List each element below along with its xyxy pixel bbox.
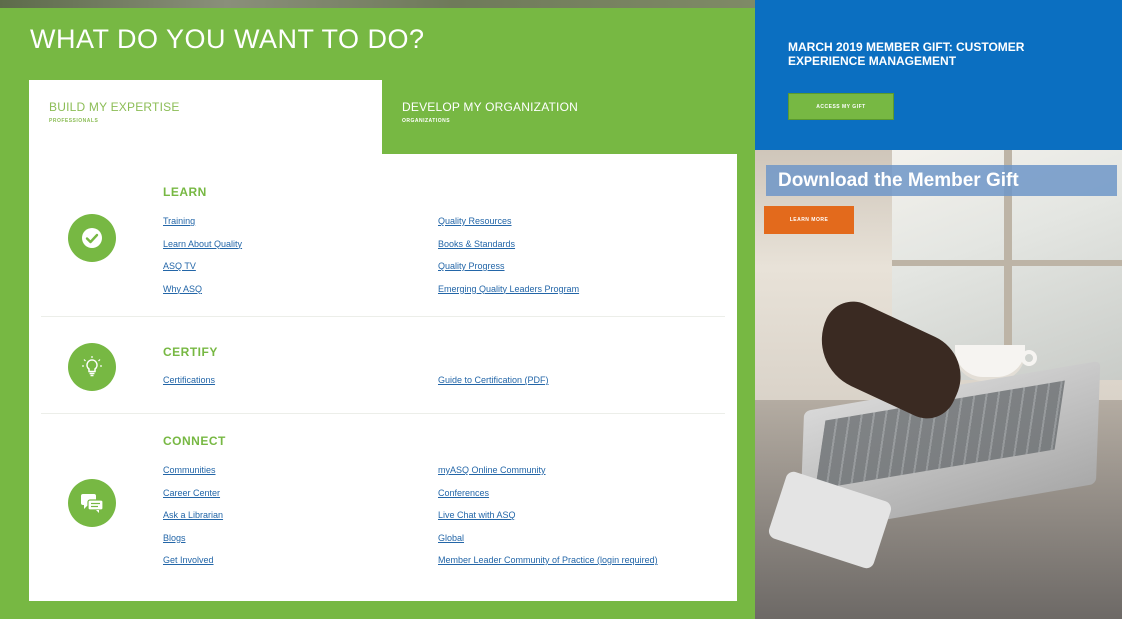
- certify-links-left: Certifications: [163, 370, 215, 393]
- list-item: Emerging Quality Leaders Program: [438, 279, 579, 302]
- promo-title: MARCH 2019 MEMBER GIFT: CUSTOMER EXPERIE…: [788, 40, 1025, 68]
- link-books-standards[interactable]: Books & Standards: [438, 239, 515, 249]
- list-item: Live Chat with ASQ: [438, 505, 658, 528]
- certify-links-right: Guide to Certification (PDF): [438, 370, 549, 393]
- learn-links-right: Quality Resources Books & Standards Qual…: [438, 211, 579, 301]
- member-gift-panel: MARCH 2019 MEMBER GIFT: CUSTOMER EXPERIE…: [755, 0, 1122, 619]
- tab-develop-my-organization[interactable]: DEVELOP MY ORGANIZATION ORGANIZATIONS: [382, 80, 727, 154]
- section-title: CONNECT: [163, 434, 226, 448]
- link-get-involved[interactable]: Get Involved: [163, 555, 214, 565]
- link-asq-tv[interactable]: ASQ TV: [163, 261, 196, 271]
- tab-content: LEARN Training Learn About Quality ASQ T…: [29, 154, 737, 601]
- link-blogs[interactable]: Blogs: [163, 533, 186, 543]
- top-photo-strip: [0, 0, 755, 8]
- certify-circle: [68, 343, 116, 391]
- download-banner: Download the Member Gift: [766, 165, 1117, 196]
- tab-subtitle: ORGANIZATIONS: [402, 118, 451, 124]
- list-item: Why ASQ: [163, 279, 242, 302]
- list-item: Blogs: [163, 528, 223, 551]
- link-learn-about-quality[interactable]: Learn About Quality: [163, 239, 242, 249]
- list-item: Training: [163, 211, 242, 234]
- link-certifications[interactable]: Certifications: [163, 375, 215, 385]
- link-member-leader-community[interactable]: Member Leader Community of Practice (log…: [438, 555, 658, 565]
- what-do-you-want-panel: WHAT DO YOU WANT TO DO? BUILD MY EXPERTI…: [0, 0, 755, 619]
- lightbulb-icon: [80, 355, 104, 379]
- section-title: LEARN: [163, 185, 207, 199]
- connect-circle: [68, 479, 116, 527]
- list-item: Guide to Certification (PDF): [438, 370, 549, 393]
- link-communities[interactable]: Communities: [163, 465, 216, 475]
- connect-links-left: Communities Career Center Ask a Libraria…: [163, 460, 223, 573]
- list-item: Learn About Quality: [163, 234, 242, 257]
- learn-circle: [68, 214, 116, 262]
- laptop-photo: Download the Member Gift LEARN MORE: [755, 150, 1122, 619]
- list-item: Career Center: [163, 483, 223, 506]
- learn-section: LEARN Training Learn About Quality ASQ T…: [29, 154, 737, 317]
- list-item: Conferences: [438, 483, 658, 506]
- link-global[interactable]: Global: [438, 533, 464, 543]
- list-item: Communities: [163, 460, 223, 483]
- link-training[interactable]: Training: [163, 216, 195, 226]
- tab-title: DEVELOP MY ORGANIZATION: [402, 100, 578, 114]
- connect-links-right: myASQ Online Community Conferences Live …: [438, 460, 658, 573]
- tab-build-my-expertise[interactable]: BUILD MY EXPERTISE PROFESSIONALS: [29, 80, 382, 154]
- window-frame: [892, 260, 1122, 266]
- list-item: Certifications: [163, 370, 215, 393]
- learn-more-button[interactable]: LEARN MORE: [764, 206, 854, 234]
- access-my-gift-button[interactable]: ACCESS MY GIFT: [788, 93, 894, 120]
- list-item: Quality Progress: [438, 256, 579, 279]
- link-career-center[interactable]: Career Center: [163, 488, 220, 498]
- tab-title: BUILD MY EXPERTISE: [49, 100, 180, 114]
- link-ask-a-librarian[interactable]: Ask a Librarian: [163, 510, 223, 520]
- learn-links-left: Training Learn About Quality ASQ TV Why …: [163, 211, 242, 301]
- link-live-chat[interactable]: Live Chat with ASQ: [438, 510, 516, 520]
- link-why-asq[interactable]: Why ASQ: [163, 284, 202, 294]
- page-headline: WHAT DO YOU WANT TO DO?: [30, 24, 425, 54]
- connect-section: CONNECT Communities Career Center Ask a …: [29, 414, 737, 601]
- member-gift-promo: MARCH 2019 MEMBER GIFT: CUSTOMER EXPERIE…: [755, 0, 1122, 150]
- link-myasq-online-community[interactable]: myASQ Online Community: [438, 465, 546, 475]
- list-item: ASQ TV: [163, 256, 242, 279]
- link-emerging-quality-leaders[interactable]: Emerging Quality Leaders Program: [438, 284, 579, 294]
- list-item: Get Involved: [163, 550, 223, 573]
- tab-subtitle: PROFESSIONALS: [49, 118, 99, 124]
- list-item: Books & Standards: [438, 234, 579, 257]
- link-guide-to-certification[interactable]: Guide to Certification (PDF): [438, 375, 549, 385]
- list-item: Quality Resources: [438, 211, 579, 234]
- link-conferences[interactable]: Conferences: [438, 488, 489, 498]
- check-icon: [81, 227, 103, 249]
- list-item: Global: [438, 528, 658, 551]
- link-quality-resources[interactable]: Quality Resources: [438, 216, 512, 226]
- certify-section: CERTIFY Certifications Guide to Certific…: [29, 317, 737, 414]
- coffee-cup-handle: [1021, 350, 1037, 366]
- chat-bubbles-icon: [79, 491, 105, 515]
- link-quality-progress[interactable]: Quality Progress: [438, 261, 505, 271]
- section-title: CERTIFY: [163, 345, 218, 359]
- list-item: myASQ Online Community: [438, 460, 658, 483]
- list-item: Member Leader Community of Practice (log…: [438, 550, 658, 573]
- list-item: Ask a Librarian: [163, 505, 223, 528]
